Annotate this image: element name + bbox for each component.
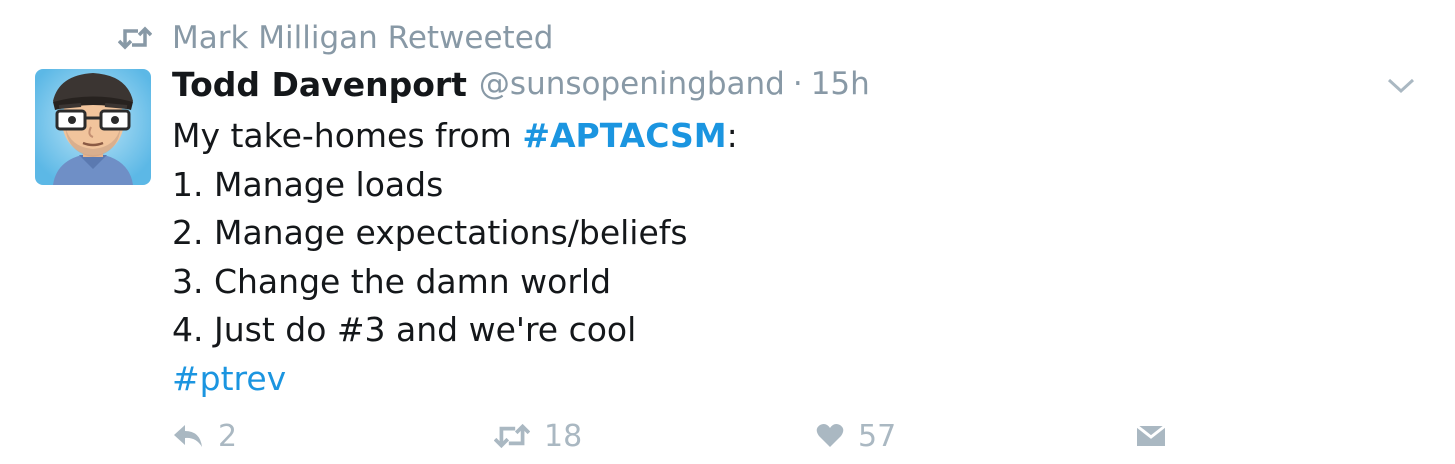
tweet-line-3: 3. Change the damn world (172, 261, 612, 301)
retweet-icon (118, 26, 152, 50)
hashtag-link-ptrev[interactable]: #ptrev (172, 355, 738, 404)
reply-icon (174, 425, 202, 447)
like-count: 57 (858, 418, 897, 454)
chevron-down-icon[interactable] (1386, 74, 1416, 96)
retweet-count: 18 (544, 418, 583, 454)
envelope-icon (1136, 424, 1166, 446)
heart-icon (816, 424, 844, 447)
avatar[interactable] (35, 69, 151, 185)
header-separator: · (792, 66, 803, 102)
tweet-line-intro: My take-homes from #APTACSM: (172, 116, 738, 155)
tweet-line-2: 2. Manage expectations/beliefs (172, 213, 688, 252)
retweet-icon (494, 423, 530, 449)
tweet-line-1: 1. Manage loads (172, 164, 444, 204)
retweet-button[interactable]: 18 (494, 414, 582, 458)
tweet-timestamp[interactable]: 15h (811, 66, 870, 102)
tweet-header: Todd Davenport @sunsopeningband · 15h (172, 62, 870, 106)
author-handle[interactable]: @sunsopeningband (479, 66, 785, 102)
tweet-line-4: 4. Just do #3 and we're cool (172, 310, 637, 349)
avatar-cartoon (35, 69, 151, 185)
retweeted-by-label: Mark Milligan Retweeted (172, 20, 554, 56)
reply-button[interactable]: 2 (172, 414, 237, 458)
retweet-context[interactable]: Mark Milligan Retweeted (118, 18, 553, 58)
author-name[interactable]: Todd Davenport (172, 65, 467, 104)
like-button[interactable]: 57 (816, 414, 896, 458)
tweet-text: My take-homes from #APTACSM: 1. Manage l… (172, 112, 738, 403)
hashtag-link-aptacsm[interactable]: #APTACSM (522, 116, 726, 155)
tweet-actions: 2 18 57 (0, 414, 1455, 458)
direct-message-button[interactable] (1136, 414, 1166, 458)
reply-count: 2 (218, 418, 238, 454)
